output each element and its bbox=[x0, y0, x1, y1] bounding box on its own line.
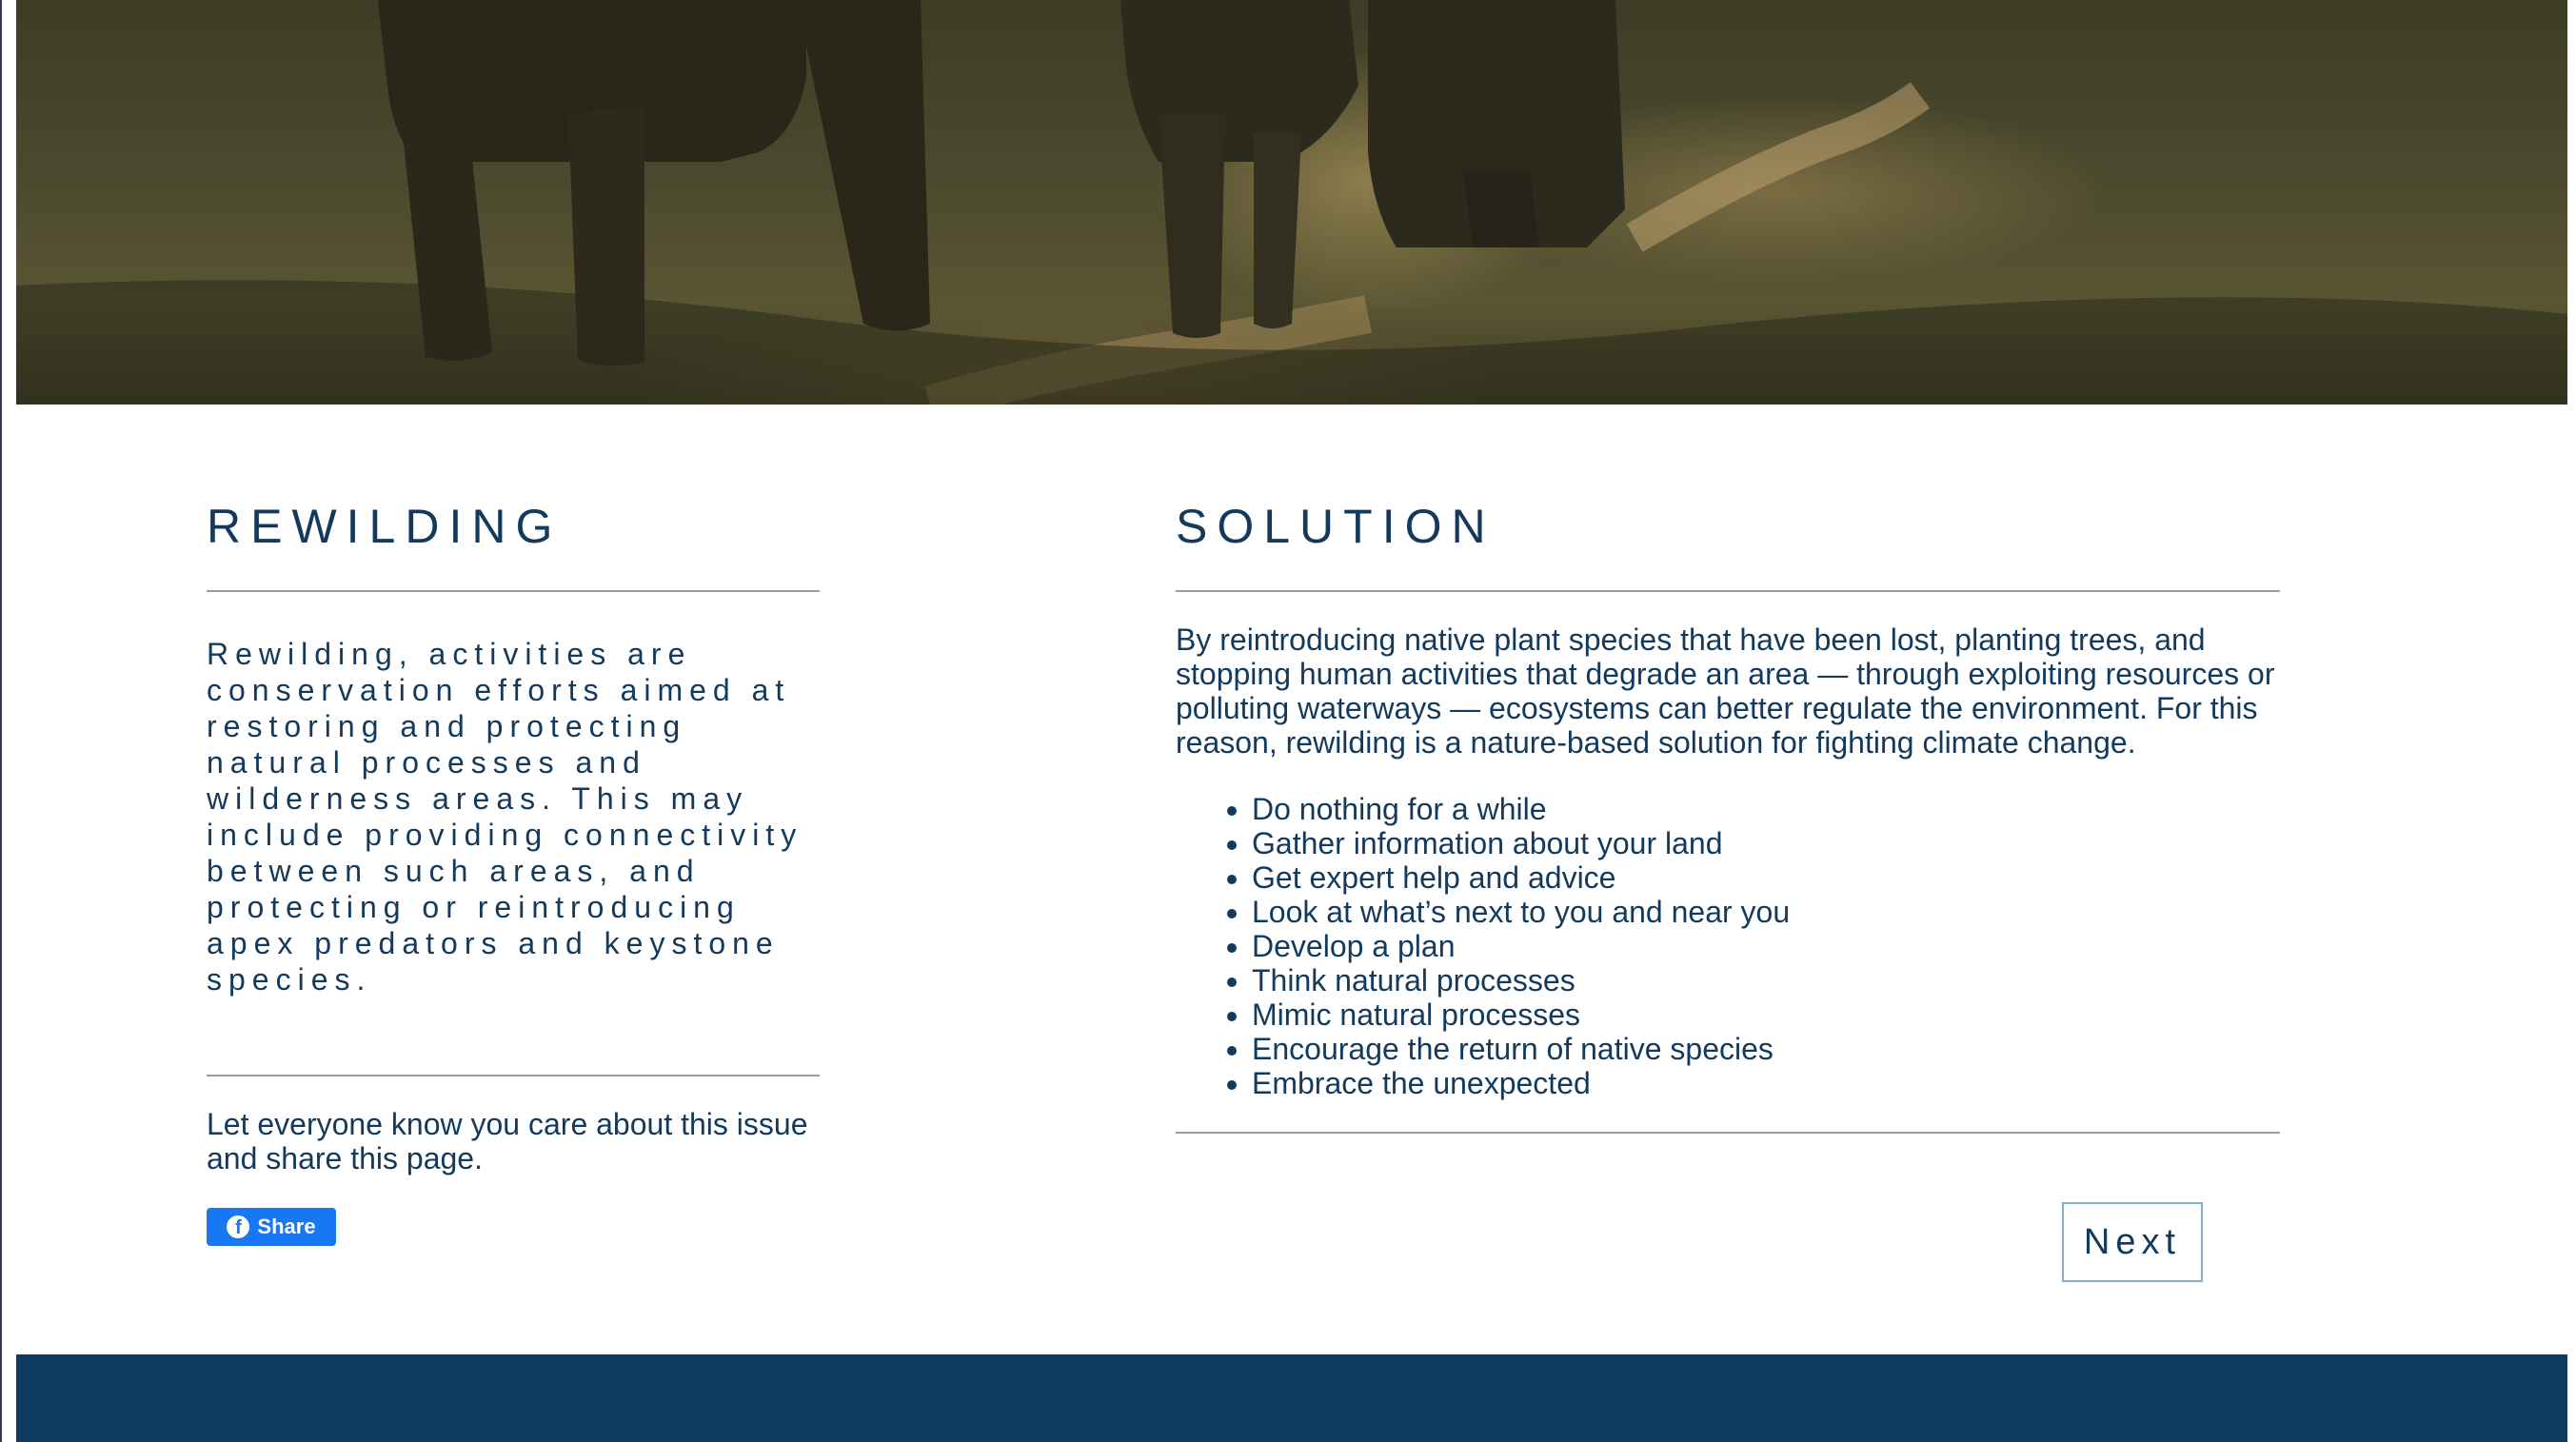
solution-top-divider bbox=[1176, 590, 2280, 592]
rewilding-bottom-divider bbox=[207, 1075, 820, 1077]
solution-bottom-divider bbox=[1176, 1132, 2280, 1134]
list-item: Do nothing for a while bbox=[1252, 792, 2356, 826]
hero-image bbox=[16, 0, 2567, 405]
list-item: Develop a plan bbox=[1252, 929, 2356, 963]
rewilding-description: Rewilding, activities are conservation e… bbox=[207, 637, 803, 997]
rewilding-top-divider bbox=[207, 590, 820, 592]
footer-bar bbox=[16, 1354, 2567, 1442]
rewilding-steps-list: Do nothing for a while Gather informatio… bbox=[1176, 792, 2356, 1100]
elephant-silhouettes bbox=[16, 0, 2567, 405]
list-item: Look at what’s next to you and near you bbox=[1252, 895, 2356, 929]
facebook-share-button[interactable]: f Share bbox=[207, 1208, 336, 1246]
next-button[interactable]: Next bbox=[2062, 1202, 2203, 1282]
list-item: Get expert help and advice bbox=[1252, 860, 2356, 895]
list-item: Mimic natural processes bbox=[1252, 998, 2356, 1032]
rewilding-heading: REWILDING bbox=[207, 500, 563, 553]
list-item: Embrace the unexpected bbox=[1252, 1066, 2356, 1100]
list-item: Think natural processes bbox=[1252, 963, 2356, 998]
share-button-label: Share bbox=[257, 1215, 316, 1238]
list-item: Gather information about your land bbox=[1252, 826, 2356, 860]
list-item: Encourage the return of native species bbox=[1252, 1032, 2356, 1066]
share-prompt: Let everyone know you care about this is… bbox=[207, 1107, 808, 1175]
solution-heading: SOLUTION bbox=[1176, 500, 1496, 553]
facebook-icon: f bbox=[227, 1215, 250, 1238]
page-left-edge bbox=[0, 0, 2, 1442]
solution-description: By reintroducing native plant species th… bbox=[1176, 622, 2275, 760]
